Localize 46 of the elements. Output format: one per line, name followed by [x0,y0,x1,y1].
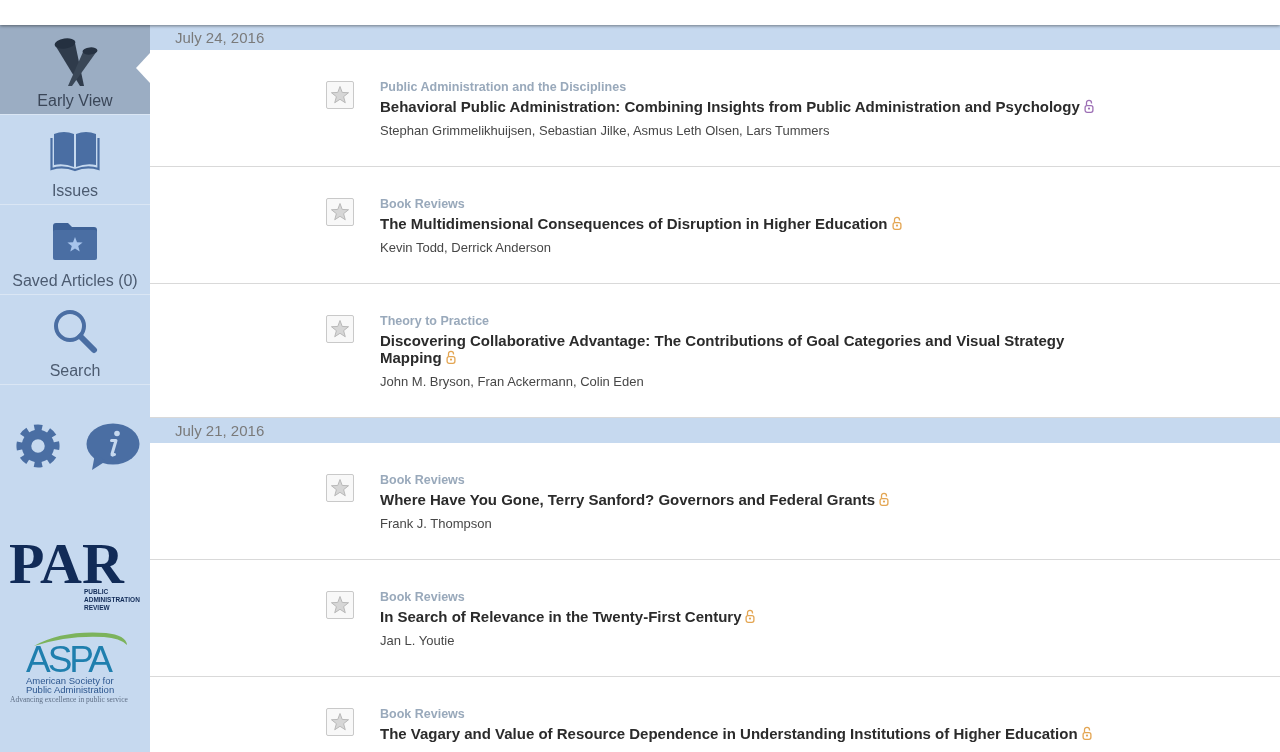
logo-wordmark: PAR [9,542,124,586]
article-title[interactable]: The Vagary and Value of Resource Dependence in Understanding Institutions of Higher Education [380,725,1092,742]
crossed-tubes-icon [52,36,98,86]
date-label: July 21, 2016 [175,421,265,440]
article-title[interactable]: Discovering Collaborative Advantage: The Contributions of Goal Categories and Visual Strategy Mapping [380,332,1102,366]
save-button[interactable] [326,591,354,619]
section-label: Book Reviews [380,590,466,604]
save-button[interactable] [326,81,354,109]
star-icon [330,202,350,222]
article-authors: Stephan Grimmelikhuijsen, Sebastian Jilke, Asmus Leth Olsen, Lars Tummers [380,123,831,139]
article-title[interactable]: In Search of Relevance in the Twenty-First Century [380,608,756,625]
star-icon [330,319,350,339]
logo-name: American Society for Public Administration [26,676,116,694]
article-title[interactable]: Where Have You Gone, Terry Sanford? Governors and Federal Grants [380,491,890,508]
save-button[interactable] [326,198,354,226]
star-icon [330,595,350,615]
save-button[interactable] [326,474,354,502]
article-authors: Kevin Todd, Derrick Anderson [380,240,553,256]
article-authors: Frank J. Thompson [380,516,493,532]
settings-icon [15,424,60,468]
star-icon [330,478,350,498]
star-icon [330,712,350,732]
article-title[interactable]: Behavioral Public Administration: Combining Insights from Public Administration and Psychology [380,98,1094,115]
article-authors: John M. Bryson, Fran Ackermann, Colin Eden [380,374,645,390]
section-label: Theory to Practice [380,314,491,328]
nav-item[interactable]: Issues [0,115,150,205]
section-label: Book Reviews [380,473,466,487]
swoosh-icon [32,632,128,646]
date-label: July 24, 2016 [175,28,265,47]
save-button[interactable] [326,708,354,736]
settings-button[interactable] [15,424,60,468]
star-folder-icon [51,220,99,262]
article-authors: Jan L. Youtie [380,633,456,649]
section-label: Book Reviews [380,197,466,211]
logo-wordmark: ASPA [26,644,110,676]
save-button[interactable] [326,315,354,343]
search-icon [51,308,99,354]
info-icon [85,422,140,470]
article-title[interactable]: The Multidimensional Consequences of Disruption in Higher Education [380,215,902,232]
star-icon [330,85,350,105]
section-label: Public Administration and the Disciplines [380,80,628,94]
nav-item[interactable]: Saved Articles (0) [0,205,150,295]
section-label: Book Reviews [380,707,466,721]
info-button[interactable] [85,422,140,470]
open-book-icon [50,130,100,172]
nav-item[interactable]: Early View [0,25,150,115]
